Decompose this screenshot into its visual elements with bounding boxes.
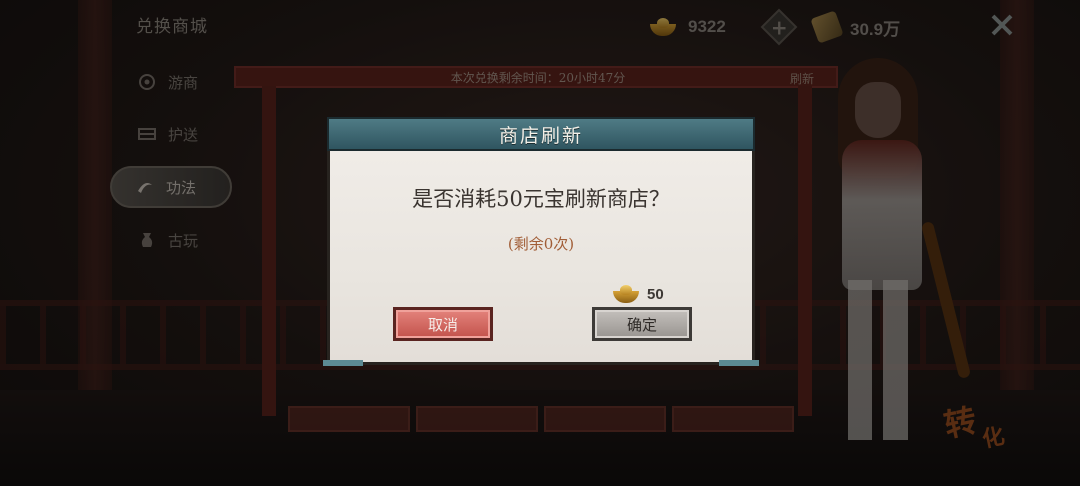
dialog-corner-decoration (323, 360, 363, 366)
gold-ingot-icon (611, 283, 641, 305)
dialog-title: 商店刷新 (498, 124, 583, 147)
remaining-count: (剩余0次) (507, 235, 575, 253)
cancel-button[interactable]: 取消 (393, 307, 493, 341)
confirm-button[interactable]: 确定 (592, 307, 692, 341)
dialog-body: 是否消耗50元宝刷新商店？ (剩余0次) 50 取消 确定 (327, 151, 755, 365)
dialog-header: 商店刷新 (327, 117, 755, 151)
dialog-corner-decoration (719, 360, 759, 366)
refresh-shop-dialog: 商店刷新 是否消耗50元宝刷新商店？ (剩余0次) 50 取消 确定 (323, 117, 759, 366)
dialog-question: 是否消耗50元宝刷新商店？ (412, 187, 670, 211)
refresh-cost: 50 (611, 283, 664, 305)
cost-amount: 50 (647, 285, 664, 303)
